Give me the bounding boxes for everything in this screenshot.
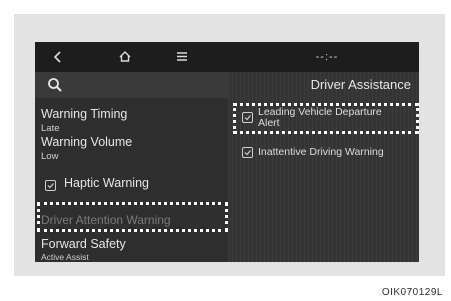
right-panel: Driver Assistance Leading Vehicle Depart… xyxy=(228,72,419,262)
check-icon xyxy=(47,183,54,189)
menu-item-subtitle: Late xyxy=(41,123,60,134)
search-icon xyxy=(48,78,62,92)
home-icon xyxy=(119,51,131,62)
highlight-driver-attention-warning xyxy=(37,202,228,232)
menu-item-title: Warning Timing xyxy=(41,107,128,121)
menu-item-warning-timing[interactable]: Warning Timing Late xyxy=(35,107,228,135)
option-inattentive-driving-warning[interactable]: Inattentive Driving Warning xyxy=(228,144,419,162)
menu-button[interactable] xyxy=(171,42,193,72)
search-button[interactable] xyxy=(35,72,228,98)
haptic-warning-checkbox[interactable] xyxy=(45,180,56,191)
panel-title-text: Driver Assistance xyxy=(310,77,411,92)
status-indicator: --:-- xyxy=(315,51,339,63)
figure-caption: OIK070129L xyxy=(381,287,443,298)
home-button[interactable] xyxy=(113,42,137,72)
menu-item-forward-safety[interactable]: Forward Safety Active Assist xyxy=(35,237,228,262)
top-bar: --:-- xyxy=(35,42,419,72)
inattentive-driving-checkbox[interactable] xyxy=(242,147,253,158)
menu-item-haptic-warning[interactable]: Haptic Warning xyxy=(35,176,228,196)
option-label: Inattentive Driving Warning xyxy=(258,146,384,158)
menu-item-subtitle: Low xyxy=(41,151,59,162)
check-icon xyxy=(244,150,251,156)
menu-item-subtitle: Active Assist xyxy=(41,252,89,262)
infotainment-screen: --:-- Warning Timing Late Warning Volume… xyxy=(35,42,419,262)
chevron-left-icon xyxy=(53,51,61,63)
menu-item-title: Forward Safety xyxy=(41,237,126,251)
menu-item-title: Haptic Warning xyxy=(64,176,149,190)
menu-icon xyxy=(177,52,187,61)
left-menu: Warning Timing Late Warning Volume Low H… xyxy=(35,72,228,262)
menu-item-title: Warning Volume xyxy=(41,135,133,149)
menu-item-warning-volume[interactable]: Warning Volume Low xyxy=(35,135,228,163)
highlight-leading-vehicle-departure xyxy=(233,103,419,134)
back-button[interactable] xyxy=(47,42,69,72)
panel-title: Driver Assistance xyxy=(228,72,419,98)
